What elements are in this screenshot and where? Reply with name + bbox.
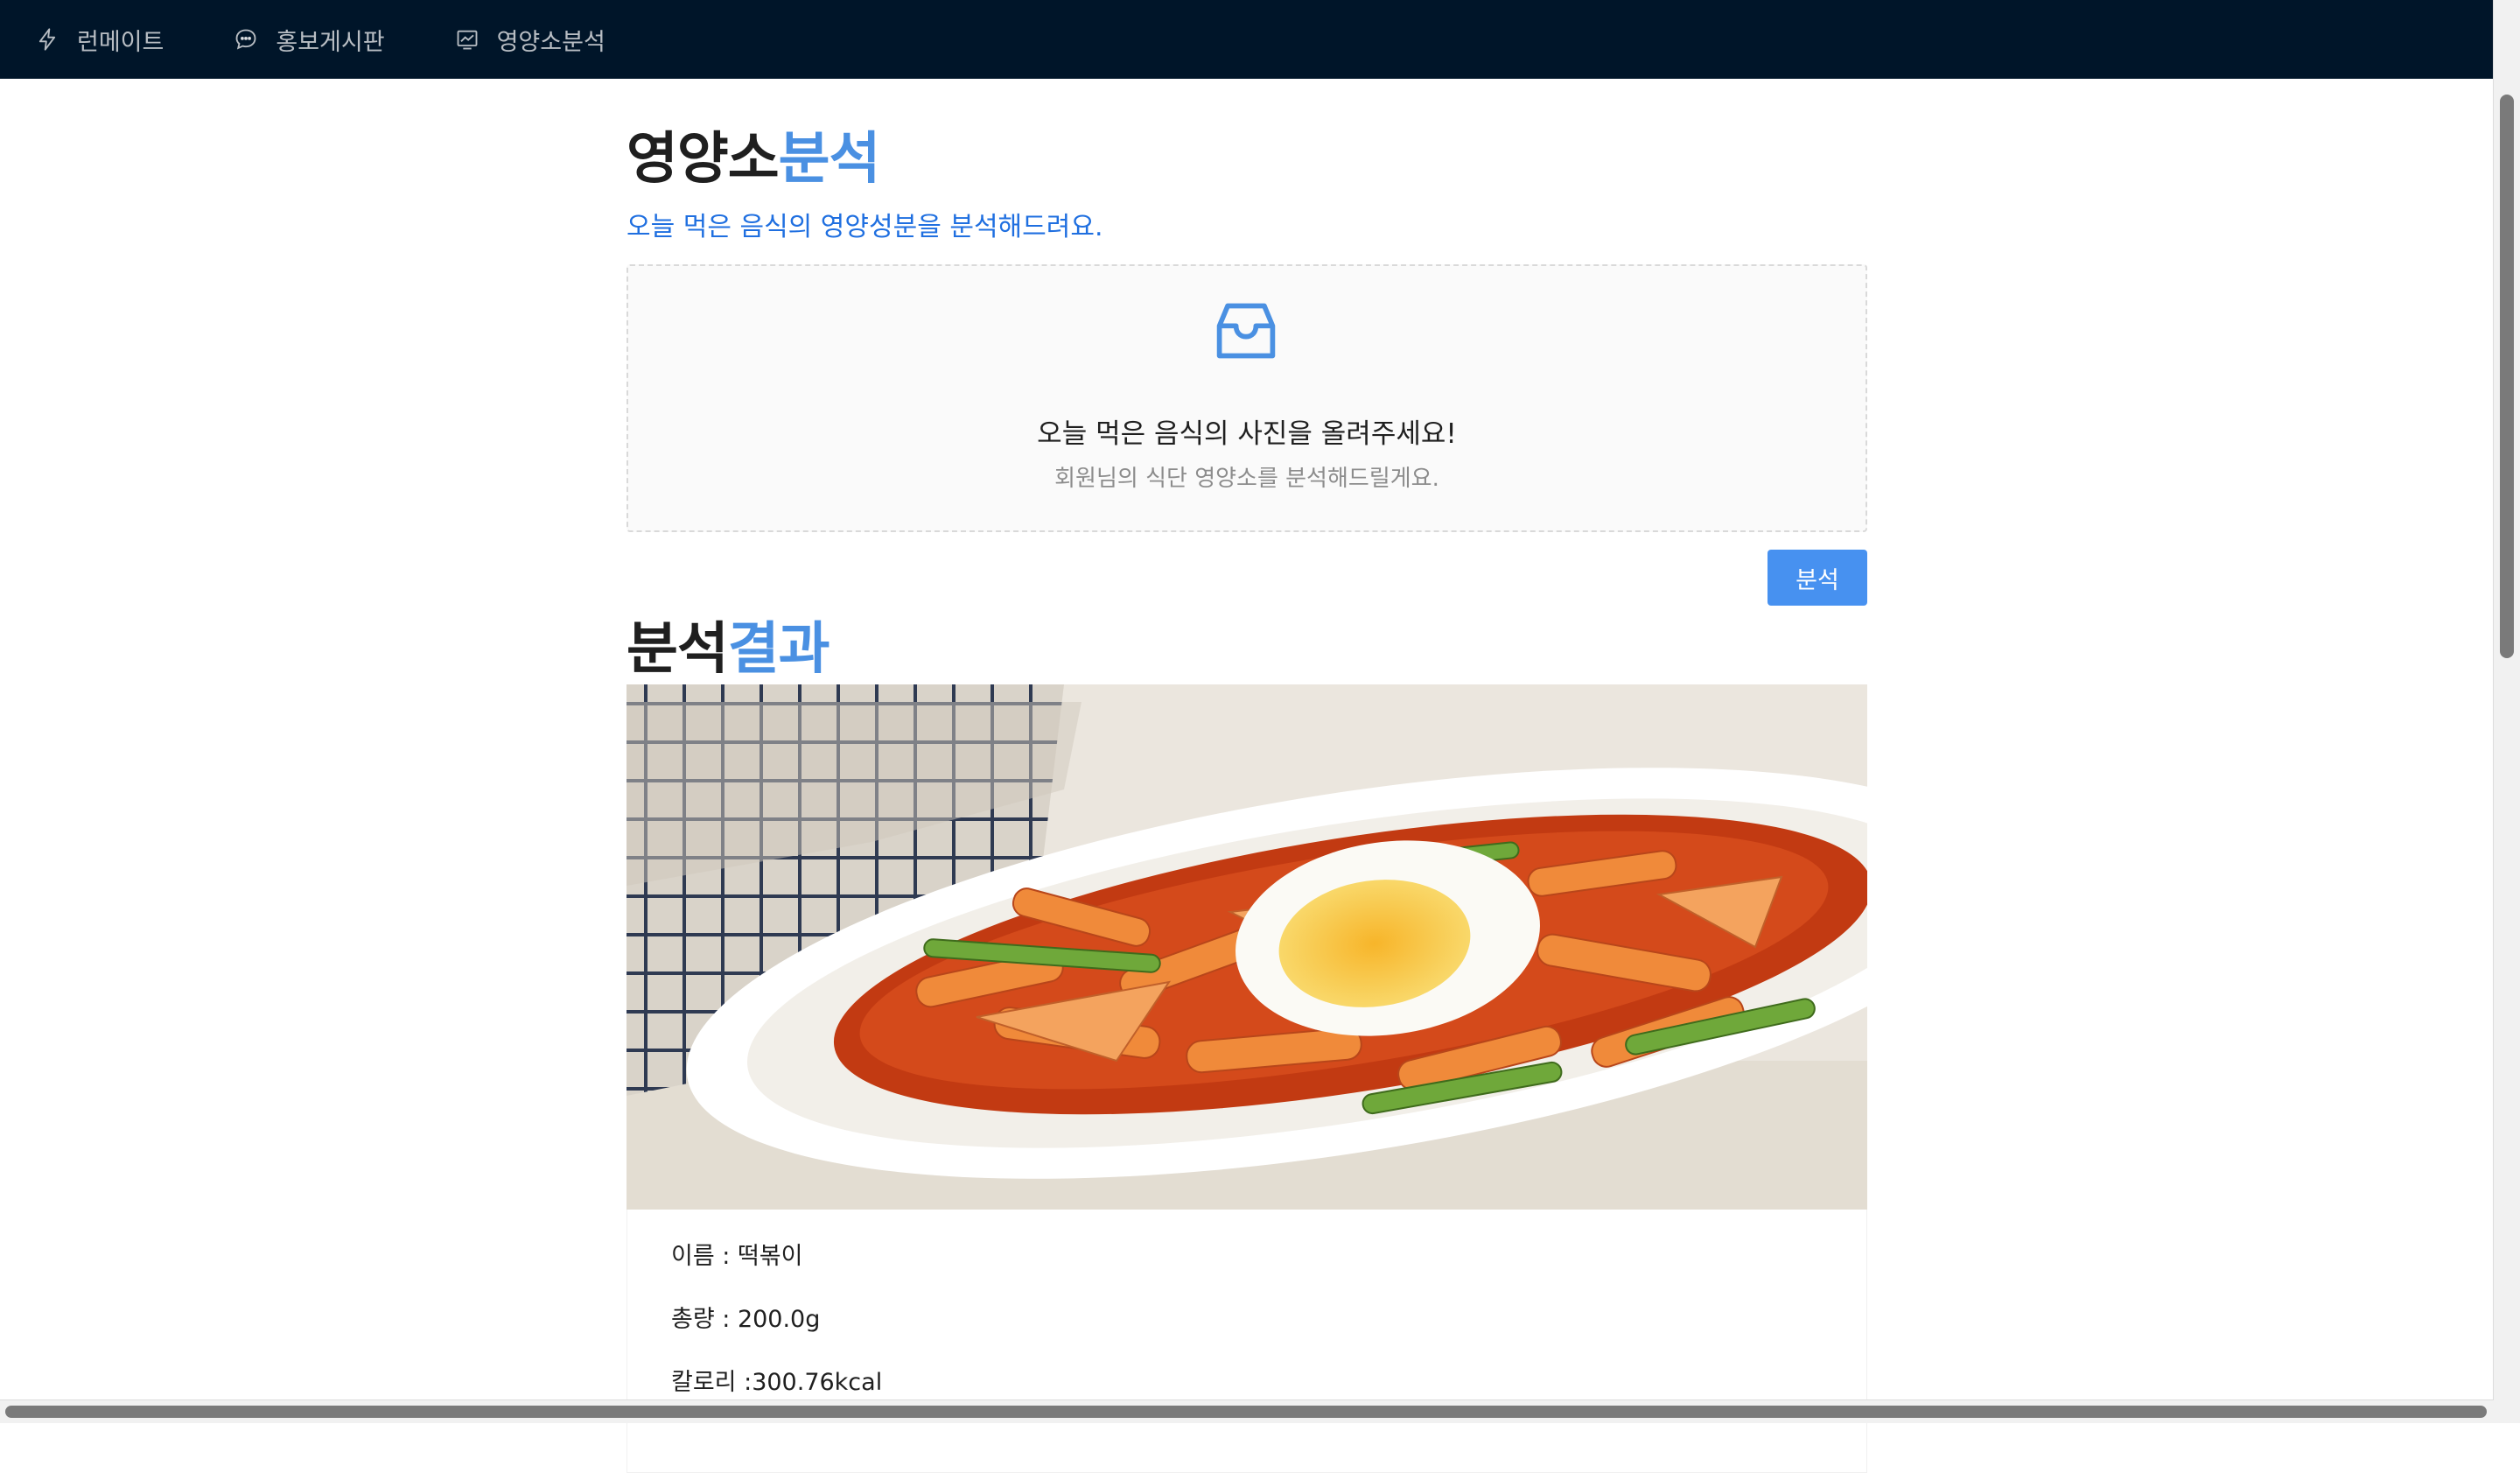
calories: 칼로리 :300.76kcal [671,1369,883,1396]
fund-chart-icon [455,27,480,52]
photo-upload-dropzone[interactable]: 오늘 먹은 음식의 사진을 올려주세요! 회원님의 식단 영양소를 분석해드릴게… [626,264,1867,532]
vertical-scrollbar[interactable] [2493,0,2520,1400]
nav-item-promo-board[interactable]: 홍보게시판 [199,0,419,79]
top-navbar: 런메이트 홍보게시판 영양소분석 [0,0,2494,79]
result-title-dark: 분석 [626,617,729,682]
page-subtitle: 오늘 먹은 음식의 영양성분을 분석해드려요. [626,212,1103,242]
analyze-button[interactable]: 분석 [1768,550,1867,606]
nutrition-info-card: 이름 : 떡볶이 총량 : 200.0g 칼로리 :300.76kcal [626,1210,1867,1473]
vertical-scrollbar-thumb[interactable] [2500,95,2514,658]
upload-hint: 회원님의 식단 영양소를 분석해드릴게요. [1054,466,1439,492]
food-name: 이름 : 떡볶이 [671,1243,803,1270]
horizontal-scrollbar-thumb[interactable] [5,1406,2487,1418]
result-title-blue: 결과 [727,617,830,682]
inbox-icon [1213,298,1279,364]
chat-bubble-icon [234,27,258,52]
upload-text: 오늘 먹은 음식의 사진을 올려주세요! [1037,418,1457,450]
total-amount: 총량 : 200.0g [671,1306,821,1333]
page-title: 영양소분석 [626,124,881,194]
nav-item-label: 영양소분석 [496,28,606,56]
tteokbokki-photo [626,684,1867,1210]
scrollbar-corner [2494,1400,2520,1423]
page-title-blue: 분석 [778,127,881,192]
horizontal-scrollbar[interactable] [0,1399,2494,1423]
nav-item-runmate[interactable]: 런메이트 [0,0,199,79]
result-title: 분석결과 [626,614,830,684]
nav-item-label: 런메이트 [77,28,164,56]
nav-item-label: 홍보게시판 [276,28,385,56]
page-title-dark: 영양소 [626,127,780,192]
nav-item-nutrition[interactable]: 영양소분석 [420,0,640,79]
lightning-icon [35,27,60,52]
